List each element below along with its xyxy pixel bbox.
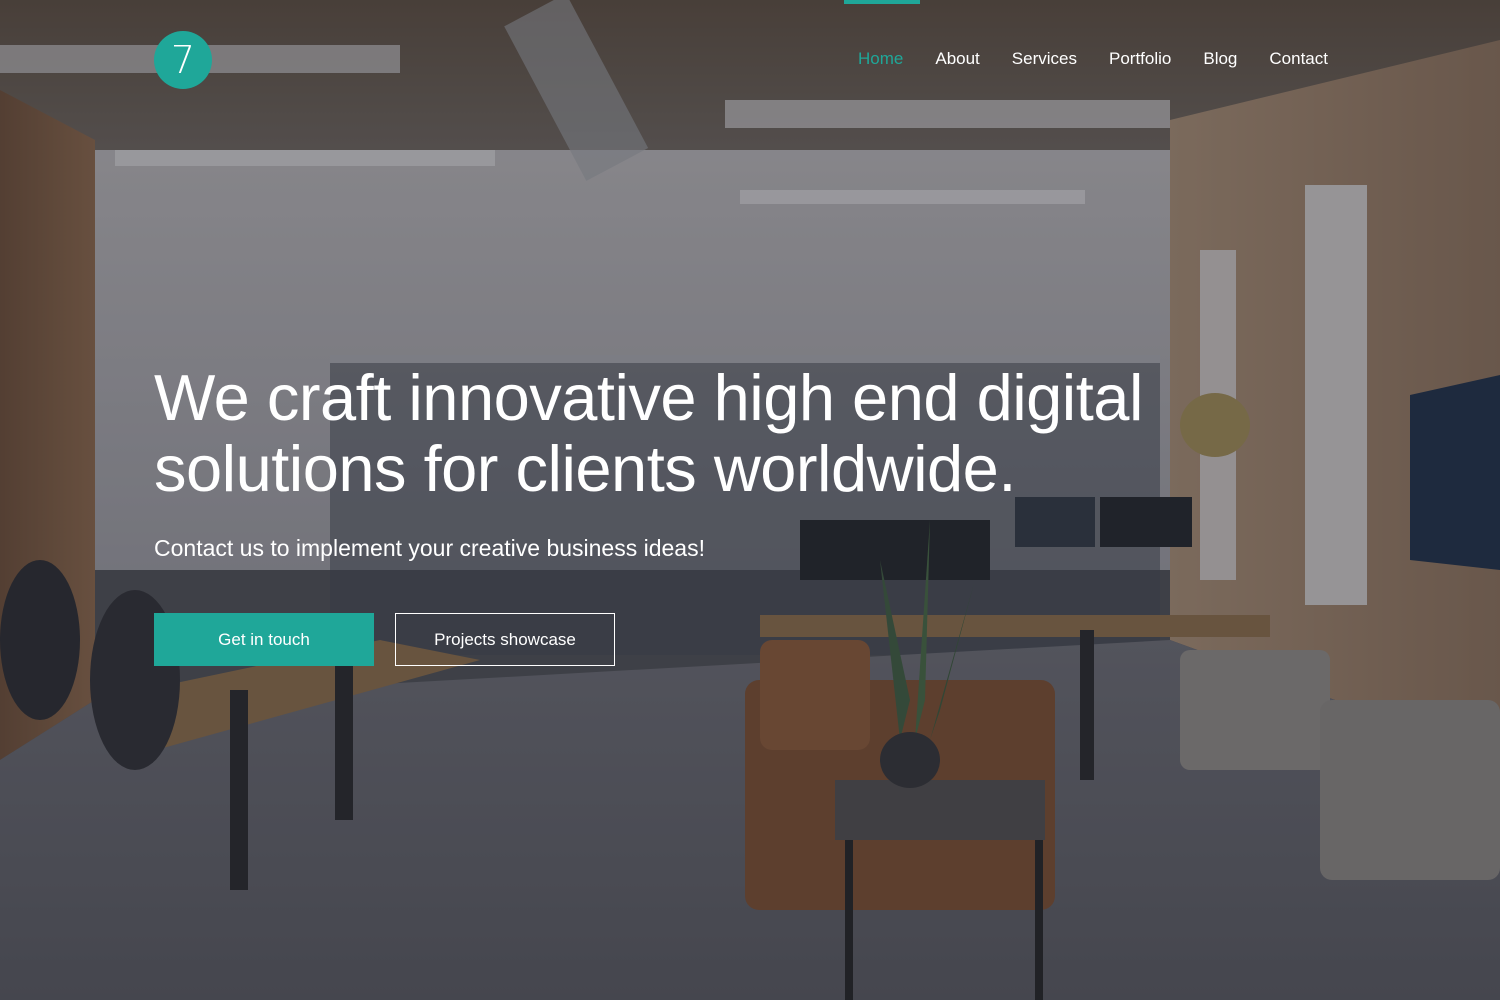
nav-active-indicator <box>844 0 920 4</box>
get-in-touch-button[interactable]: Get in touch <box>154 613 374 666</box>
nav-item-contact[interactable]: Contact <box>1269 47 1328 71</box>
hero-headline-line1: We craft innovative high end digital <box>154 361 1143 434</box>
nav-item-home[interactable]: Home <box>858 47 903 71</box>
hero-headline-line2: solutions for clients worldwide. <box>154 432 1016 505</box>
hero-subheadline: Contact us to implement your creative bu… <box>154 535 705 561</box>
nav-item-services[interactable]: Services <box>1012 47 1077 71</box>
nav-item-portfolio[interactable]: Portfolio <box>1109 47 1171 71</box>
nav-item-about[interactable]: About <box>935 47 979 71</box>
nav-item-blog[interactable]: Blog <box>1203 47 1237 71</box>
projects-showcase-button[interactable]: Projects showcase <box>395 613 615 666</box>
hero-section: 7 Home About Services Portfolio Blog Con… <box>0 0 1500 1000</box>
hero-headline: We craft innovative high end digital sol… <box>154 362 1354 504</box>
logo[interactable]: 7 <box>154 31 212 89</box>
main-nav: Home About Services Portfolio Blog Conta… <box>858 47 1360 71</box>
